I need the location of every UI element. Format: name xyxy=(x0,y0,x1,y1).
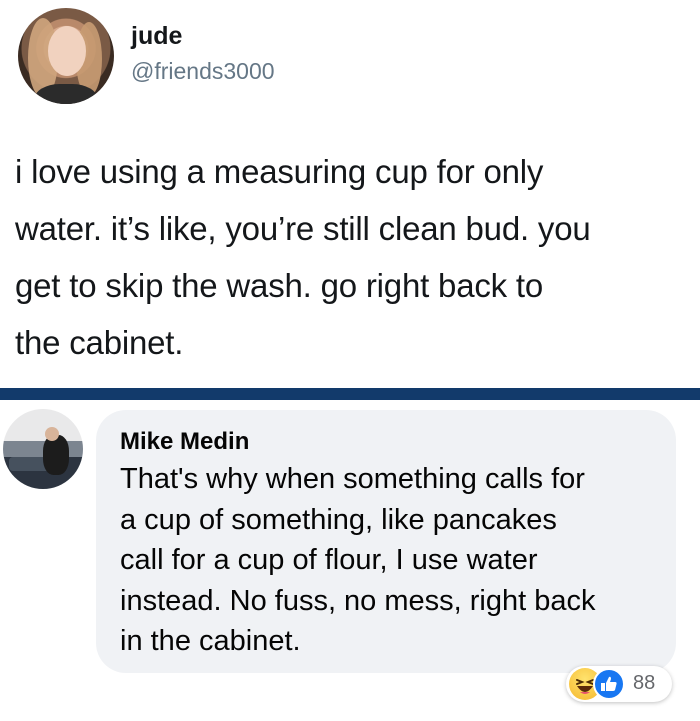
tweet-card: jude @friends3000 i love using a measuri… xyxy=(0,0,700,388)
comment-bubble: Mike Medin That's why when something cal… xyxy=(96,410,676,673)
avatar-shirt xyxy=(34,84,98,104)
tweet-author-name[interactable]: jude xyxy=(131,22,182,51)
avatar-person xyxy=(43,435,69,475)
tweet-text: i love using a measuring cup for only wa… xyxy=(15,153,591,361)
comment-author-name[interactable]: Mike Medin xyxy=(120,428,249,456)
like-icon xyxy=(593,668,625,700)
reaction-count: 88 xyxy=(633,672,656,694)
comment-text: That's why when something calls for a cu… xyxy=(120,463,596,657)
facebook-comment: Mike Medin That's why when something cal… xyxy=(0,400,700,721)
reaction-summary[interactable]: 88 xyxy=(566,666,672,702)
tweet-author-handle[interactable]: @friends3000 xyxy=(131,58,275,85)
tweet-avatar[interactable] xyxy=(18,8,114,104)
section-divider xyxy=(0,388,700,400)
comment-avatar[interactable] xyxy=(3,409,83,489)
avatar-head xyxy=(45,427,59,441)
avatar-face xyxy=(48,26,86,76)
